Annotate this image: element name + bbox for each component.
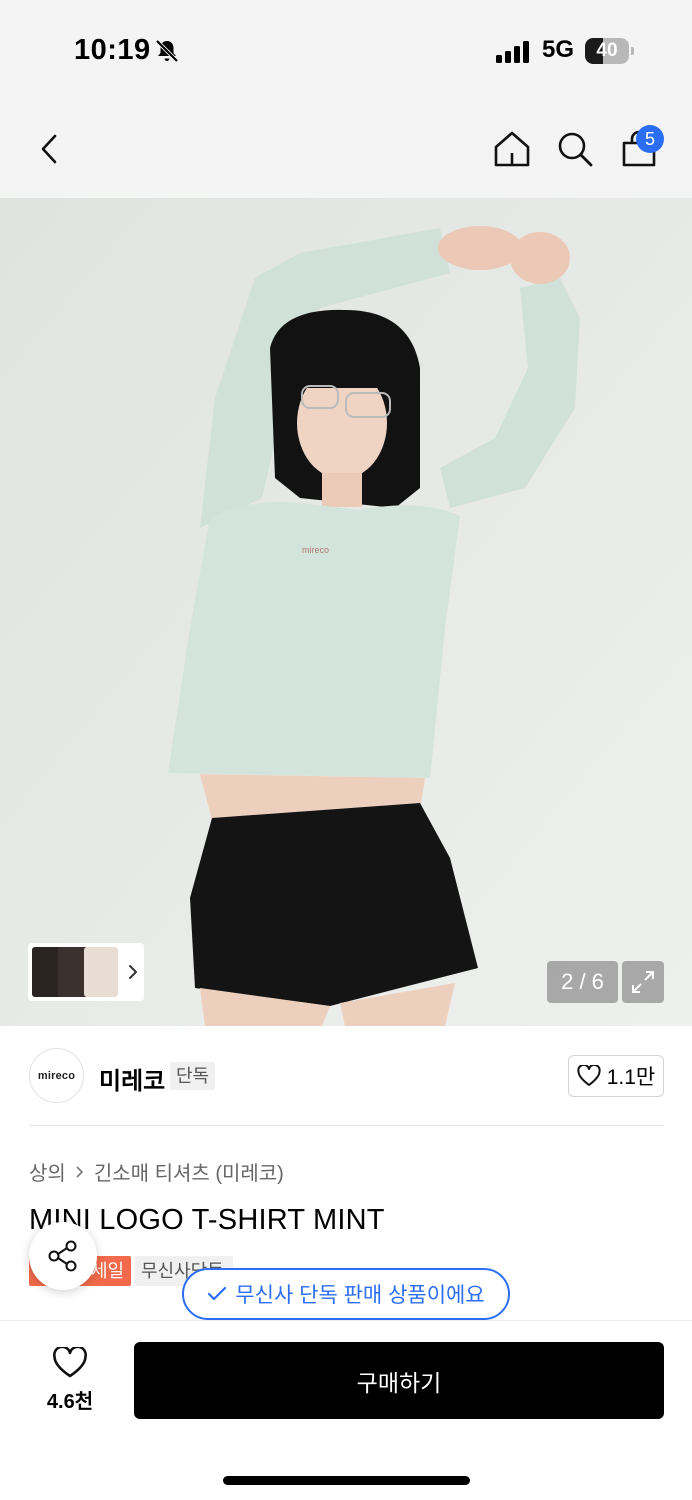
- cellular-signal-icon: [496, 41, 529, 63]
- breadcrumb-subcategory[interactable]: 긴소매 티셔츠 (미레코): [94, 1157, 284, 1186]
- bell-muted-icon: [155, 39, 179, 63]
- expand-icon: [632, 971, 654, 993]
- thumbnail-image[interactable]: [84, 947, 118, 997]
- home-indicator: [223, 1476, 470, 1485]
- chevron-left-icon: [41, 134, 57, 164]
- product-photo-illustration: mireco: [0, 198, 692, 1026]
- heart-icon: [53, 1346, 87, 1377]
- search-icon: [558, 132, 593, 167]
- brand-like-count: 1.1만: [606, 1066, 656, 1089]
- chevron-right-icon: [129, 965, 137, 979]
- breadcrumb-category[interactable]: 상의: [29, 1157, 66, 1186]
- breadcrumb: 상의 긴소매 티셔츠 (미레코): [29, 1157, 284, 1186]
- share-icon: [48, 1240, 77, 1272]
- gallery-page-counter: 2 / 6: [547, 961, 618, 1003]
- brand-logo[interactable]: mireco: [29, 1048, 84, 1103]
- home-icon: [494, 131, 530, 167]
- product-image[interactable]: mireco: [0, 198, 692, 1026]
- search-button[interactable]: [550, 124, 600, 174]
- battery-indicator: 40: [585, 38, 634, 64]
- share-button[interactable]: [29, 1222, 97, 1290]
- status-time: 10:19: [74, 34, 151, 66]
- wishlist-count: 4.6천: [46, 1390, 94, 1413]
- wishlist-button[interactable]: 4.6천: [30, 1340, 110, 1420]
- buy-button[interactable]: 구매하기: [134, 1342, 664, 1419]
- brand-name[interactable]: 미레코: [99, 1061, 165, 1096]
- heart-icon: [577, 1065, 601, 1086]
- status-bar: 10:19 5G 40: [0, 0, 692, 100]
- brand-exclusive-tag: 단독: [170, 1062, 216, 1090]
- network-type: 5G: [542, 36, 575, 63]
- top-nav-bar: [0, 100, 692, 198]
- fullscreen-button[interactable]: [622, 961, 664, 1003]
- shirt-logo-text: mireco: [302, 545, 329, 555]
- battery-level: 40: [596, 40, 618, 61]
- divider: [29, 1125, 664, 1126]
- chevron-right-icon: [76, 1165, 83, 1178]
- thumbnail-strip[interactable]: [28, 943, 144, 1001]
- brand-like-button[interactable]: 1.1만: [568, 1055, 664, 1097]
- cart-count-badge: 5: [636, 125, 664, 153]
- back-button[interactable]: [24, 124, 74, 174]
- toast-text: 무신사 단독 판매 상품이에요: [235, 1284, 485, 1307]
- exclusive-toast: 무신사 단독 판매 상품이에요: [182, 1268, 510, 1320]
- check-icon: [208, 1286, 227, 1301]
- home-button[interactable]: [487, 124, 537, 174]
